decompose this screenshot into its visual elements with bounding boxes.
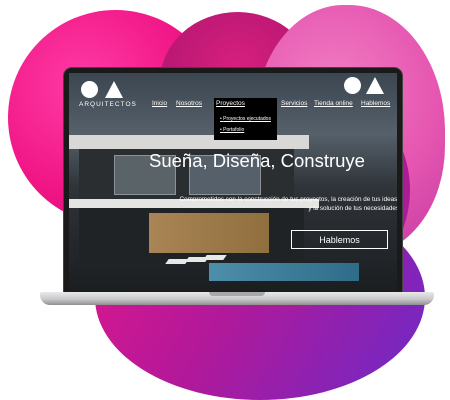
laptop-base: [40, 292, 434, 305]
laptop-lid: ARQUITECTOS Inicio Nosotros Proyectos • …: [63, 67, 403, 294]
brand-logo-text: ARQUITECTOS: [79, 101, 137, 108]
hero-subtitle: Comprometidos con la construcción de tus…: [179, 196, 397, 212]
dropdown-item-portafolio[interactable]: • Portafolio: [220, 127, 244, 133]
oa-monogram-icon: [81, 81, 98, 98]
oa-monogram-icon: [344, 77, 361, 94]
dropdown-item-label: Portafolio: [223, 127, 245, 133]
nav-link-inicio[interactable]: Inicio: [152, 100, 167, 107]
nav-link-nosotros[interactable]: Nosotros: [176, 100, 202, 107]
brand-logo[interactable]: ARQUITECTOS: [79, 79, 139, 119]
dropdown-item-label: Proyectos ejecutados: [223, 116, 271, 122]
lounger: [203, 255, 227, 260]
oa-monogram-a-icon: [105, 81, 123, 98]
nav-link-proyectos[interactable]: Proyectos: [216, 100, 245, 107]
website-screen: ARQUITECTOS Inicio Nosotros Proyectos • …: [69, 73, 397, 291]
nav-link-servicios[interactable]: Servicios: [281, 100, 307, 107]
dropdown-item-proyectos-ejecutados[interactable]: • Proyectos ejecutados: [220, 116, 271, 122]
proyectos-dropdown-menu: Proyectos • Proyectos ejecutados • Porta…: [214, 98, 277, 140]
oa-monogram-a-icon: [366, 77, 384, 94]
laptop-base-notch: [209, 292, 265, 296]
nav-link-hablemos[interactable]: Hablemos: [361, 100, 390, 107]
hero-title: Sueña, Diseña, Construye: [149, 150, 365, 171]
building-lit-glass: [149, 213, 269, 253]
site-navbar: ARQUITECTOS Inicio Nosotros Proyectos • …: [69, 73, 397, 140]
hablemos-button[interactable]: Hablemos: [291, 230, 388, 249]
swimming-pool: [209, 263, 359, 281]
